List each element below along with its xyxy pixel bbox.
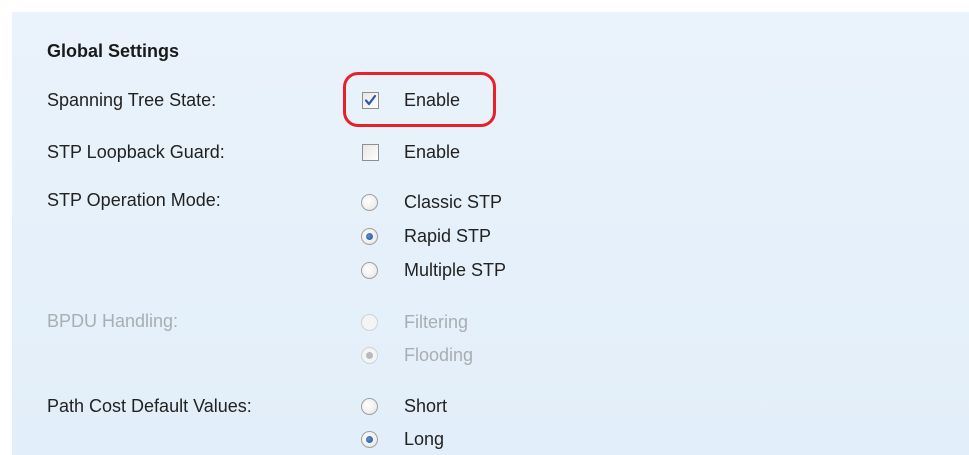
path-cost-default-values-label: Path Cost Default Values: — [47, 396, 252, 416]
stp-mode-rapid-radio[interactable] — [361, 227, 378, 245]
stp-mode-classic-radio[interactable] — [361, 193, 378, 211]
stp-mode-classic-label: Classic STP — [404, 192, 503, 212]
stp-loopback-guard-checkbox[interactable] — [362, 143, 379, 161]
path-cost-long-label: Long — [404, 429, 445, 449]
stp-loopback-guard-enable-label: Enable — [404, 142, 461, 162]
stp-mode-multiple-radio[interactable] — [361, 261, 378, 279]
spanning-tree-state-enable-label: Enable — [404, 90, 461, 110]
bpdu-handling-label: BPDU Handling: — [47, 311, 179, 331]
stp-operation-mode-label: STP Operation Mode: — [47, 190, 221, 210]
path-cost-short-label: Short — [404, 396, 448, 416]
stp-mode-multiple-label: Multiple STP — [404, 260, 507, 280]
section-title: Global Settings — [47, 41, 180, 61]
spanning-tree-state-checkbox[interactable] — [362, 91, 379, 109]
bpdu-flooding-radio — [361, 346, 378, 364]
bpdu-filtering-label: Filtering — [404, 312, 469, 332]
path-cost-long-radio[interactable] — [361, 430, 378, 448]
bpdu-filtering-radio — [361, 313, 378, 331]
bpdu-flooding-label: Flooding — [404, 345, 474, 365]
spanning-tree-state-label: Spanning Tree State: — [47, 90, 217, 110]
stp-loopback-guard-label: STP Loopback Guard: — [47, 142, 225, 162]
stp-mode-rapid-label: Rapid STP — [404, 226, 492, 246]
path-cost-short-radio[interactable] — [361, 397, 378, 415]
checkmark-icon — [364, 94, 377, 105]
